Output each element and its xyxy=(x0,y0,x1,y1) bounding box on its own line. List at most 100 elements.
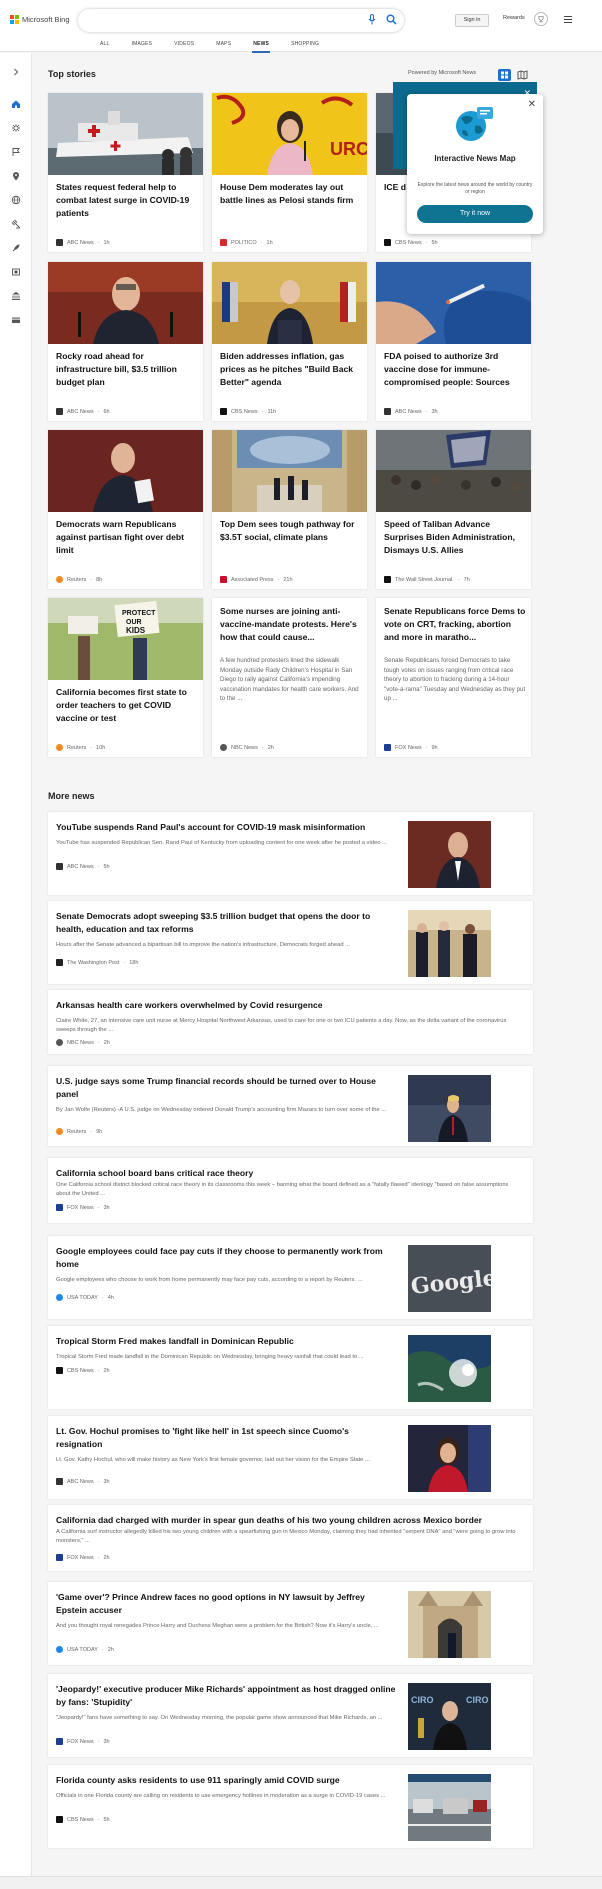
try-it-now-button[interactable]: Try it now xyxy=(417,205,533,223)
story-card[interactable]: FDA poised to authorize 3rd vaccine dose… xyxy=(376,262,531,421)
sign-in-button[interactable]: Sign in xyxy=(455,14,489,27)
story-card[interactable]: Biden addresses inflation, gas prices as… xyxy=(212,262,367,421)
story-title[interactable]: FDA poised to authorize 3rd vaccine dose… xyxy=(384,350,526,389)
story-title[interactable]: Democrats warn Republicans against parti… xyxy=(56,518,198,557)
rail-item-coronavirus[interactable] xyxy=(10,123,22,133)
news-item[interactable]: California school board bans critical ra… xyxy=(48,1158,533,1223)
news-item[interactable]: Arkansas health care workers overwhelmed… xyxy=(48,990,533,1054)
story-card[interactable]: Rocky road ahead for infrastructure bill… xyxy=(48,262,203,421)
story-image-capitol-stairs xyxy=(212,430,367,512)
top-stories-title: Top stories xyxy=(48,69,96,79)
news-snippet: Claire White, 27, an intensive care unit… xyxy=(56,1018,507,1033)
rail-item-politics[interactable] xyxy=(10,219,22,229)
svg-text:KIDS: KIDS xyxy=(126,626,146,635)
news-item[interactable]: 'Game over'? Prince Andrew faces no good… xyxy=(48,1582,533,1665)
map-view-icon[interactable] xyxy=(516,69,529,81)
bing-logo[interactable]: Microsoft Bing xyxy=(10,15,70,24)
news-item[interactable]: U.S. judge says some Trump financial rec… xyxy=(48,1066,533,1146)
rail-item-world[interactable] xyxy=(10,195,22,205)
tab-all[interactable]: ALL xyxy=(89,41,121,52)
news-title[interactable]: Senate Democrats adopt sweeping $3.5 tri… xyxy=(56,910,396,936)
popup-title: Interactive News Map xyxy=(434,154,516,163)
news-meta: Reuters · 9h xyxy=(56,1128,102,1135)
story-title[interactable]: California becomes first state to order … xyxy=(56,686,198,725)
story-time: 7h xyxy=(463,576,470,583)
source-name: USA TODAY xyxy=(67,1646,98,1653)
close-icon[interactable]: ✕ xyxy=(528,99,536,110)
rail-item-us[interactable] xyxy=(10,147,22,157)
story-meta: Associated Press · 21h xyxy=(220,576,293,583)
story-title[interactable]: Speed of Taliban Advance Surprises Biden… xyxy=(384,518,526,557)
news-item[interactable]: Florida county asks residents to use 911… xyxy=(48,1765,533,1848)
story-title[interactable]: Senate Republicans force Dems to vote on… xyxy=(384,605,526,644)
news-title[interactable]: California dad charged with murder in sp… xyxy=(56,1514,516,1527)
news-title[interactable]: Florida county asks residents to use 911… xyxy=(56,1774,396,1787)
hamburger-menu-icon[interactable] xyxy=(564,16,572,23)
microsoft-logo-icon xyxy=(10,15,19,24)
news-title[interactable]: U.S. judge says some Trump financial rec… xyxy=(56,1075,396,1101)
rail-item-local[interactable] xyxy=(10,171,22,181)
news-time: 18h xyxy=(129,959,139,966)
news-time: 5h xyxy=(103,1816,110,1823)
news-item[interactable]: 'Jeopardy!' executive producer Mike Rich… xyxy=(48,1674,533,1757)
news-item[interactable]: YouTube suspends Rand Paul's account for… xyxy=(48,812,533,895)
source-logo-icon xyxy=(56,959,63,966)
tab-images[interactable]: IMAGES xyxy=(121,41,164,52)
story-title[interactable]: Biden addresses inflation, gas prices as… xyxy=(220,350,362,389)
story-meta: ABC News · 1h xyxy=(56,239,110,246)
rail-item-science[interactable] xyxy=(10,243,22,253)
popup-description: Explore the latest news around the world… xyxy=(417,182,533,195)
rewards-trophy-icon[interactable] xyxy=(534,12,548,26)
news-title[interactable]: Lt. Gov. Hochul promises to 'fight like … xyxy=(56,1425,396,1451)
rail-expand-button[interactable] xyxy=(10,67,22,77)
source-name: ABC News xyxy=(395,408,422,415)
source-name: The Washington Post xyxy=(67,959,120,966)
tab-shopping[interactable]: SHOPPING xyxy=(280,41,330,52)
rail-item-money[interactable] xyxy=(10,315,22,325)
source-logo-icon xyxy=(384,408,391,415)
story-card[interactable]: URC House Dem moderates lay out battle l… xyxy=(212,93,367,252)
story-card[interactable]: Speed of Taliban Advance Surprises Biden… xyxy=(376,430,531,589)
grid-view-icon[interactable] xyxy=(498,69,511,81)
story-image-pelosi: URC xyxy=(212,93,367,175)
microphone-icon[interactable] xyxy=(368,14,376,25)
tab-videos[interactable]: VIDEOS xyxy=(163,41,205,52)
story-title[interactable]: House Dem moderates lay out battle lines… xyxy=(220,181,362,207)
news-time: 3h xyxy=(103,1738,110,1745)
news-item[interactable]: California dad charged with murder in sp… xyxy=(48,1505,533,1571)
news-title[interactable]: Arkansas health care workers overwhelmed… xyxy=(56,999,516,1012)
story-card[interactable]: States request federal help to combat la… xyxy=(48,93,203,252)
rail-item-home[interactable] xyxy=(10,99,22,109)
search-box[interactable] xyxy=(78,9,404,32)
story-image-schumer-paper xyxy=(48,430,203,512)
news-title[interactable]: YouTube suspends Rand Paul's account for… xyxy=(56,821,396,834)
news-title[interactable]: California school board bans critical ra… xyxy=(56,1167,516,1180)
search-input[interactable] xyxy=(90,14,360,27)
tab-maps[interactable]: MAPS xyxy=(205,41,242,52)
rail-item-entertainment[interactable] xyxy=(10,267,22,277)
news-title[interactable]: 'Jeopardy!' executive producer Mike Rich… xyxy=(56,1683,396,1709)
news-time: 3h xyxy=(103,1204,110,1211)
story-title[interactable]: Rocky road ahead for infrastructure bill… xyxy=(56,350,198,389)
story-card[interactable]: Some nurses are joining anti-vaccine-man… xyxy=(212,598,367,757)
story-card[interactable]: Top Dem sees tough pathway for $3.5T soc… xyxy=(212,430,367,589)
story-card[interactable]: Democrats warn Republicans against parti… xyxy=(48,430,203,589)
news-title[interactable]: Tropical Storm Fred makes landfall in Do… xyxy=(56,1335,396,1348)
news-title[interactable]: 'Game over'? Prince Andrew faces no good… xyxy=(56,1591,396,1617)
rail-item-business[interactable] xyxy=(10,291,22,301)
search-icon[interactable] xyxy=(386,14,397,25)
story-title[interactable]: Some nurses are joining anti-vaccine-man… xyxy=(220,605,362,644)
story-card[interactable]: PROTECT OUR KIDS California becomes firs… xyxy=(48,598,203,757)
svg-text:PROTECT: PROTECT xyxy=(122,610,156,617)
news-item[interactable]: Senate Democrats adopt sweeping $3.5 tri… xyxy=(48,901,533,984)
story-card[interactable]: Senate Republicans force Dems to vote on… xyxy=(376,598,531,757)
story-title[interactable]: Top Dem sees tough pathway for $3.5T soc… xyxy=(220,518,362,544)
story-image-schumer xyxy=(48,262,203,344)
news-title[interactable]: Google employees could face pay cuts if … xyxy=(56,1245,396,1271)
news-item[interactable]: Google employees could face pay cuts if … xyxy=(48,1236,533,1319)
news-item[interactable]: Tropical Storm Fred makes landfall in Do… xyxy=(48,1326,533,1409)
news-item[interactable]: Lt. Gov. Hochul promises to 'fight like … xyxy=(48,1416,533,1499)
story-title[interactable]: States request federal help to combat la… xyxy=(56,181,198,220)
rewards-label[interactable]: Rewards xyxy=(503,15,525,21)
tab-news[interactable]: NEWS xyxy=(242,41,280,53)
